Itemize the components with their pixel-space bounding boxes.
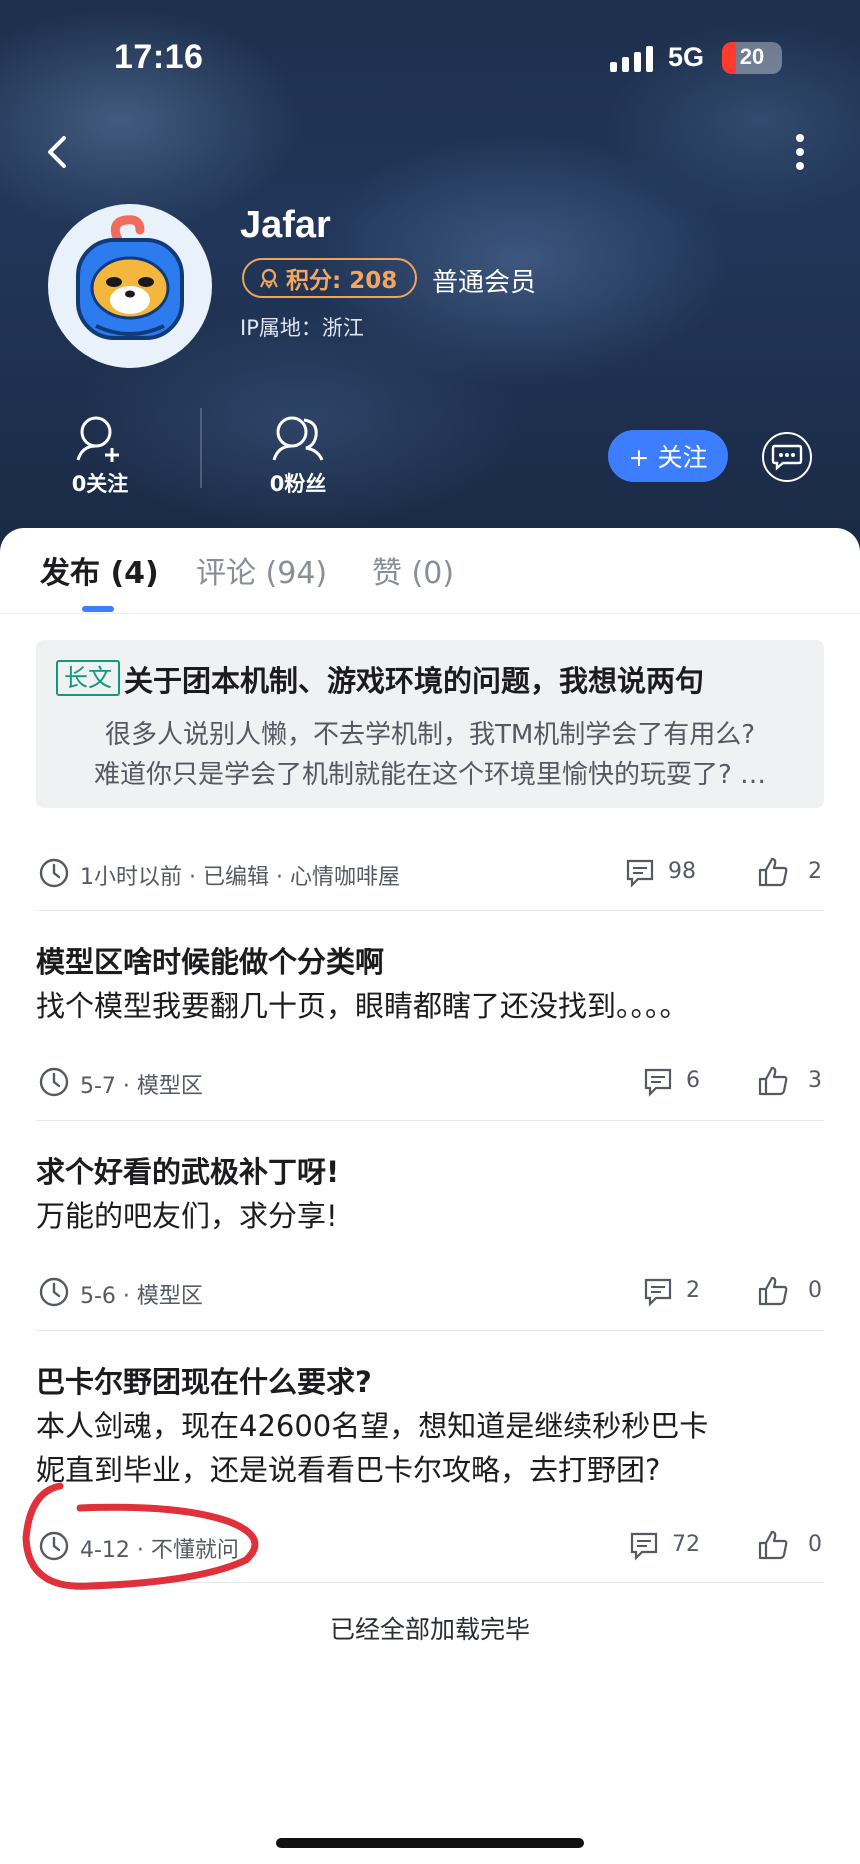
battery-icon: 20 — [722, 42, 782, 74]
post-body: 妮直到毕业，还是说看看巴卡尔攻略，去打野团? — [36, 1453, 661, 1487]
like-count: 0 — [808, 1278, 822, 1303]
tab-comments[interactable]: 评论 (94) — [196, 548, 327, 592]
comment-icon[interactable] — [628, 1530, 660, 1562]
chat-icon — [771, 444, 803, 471]
user-name: Jafar — [240, 204, 331, 246]
points-badge[interactable]: 积分: 208 — [242, 258, 418, 298]
back-icon[interactable] — [42, 132, 72, 172]
following-label: 0关注 — [71, 472, 129, 496]
clock-icon — [39, 858, 69, 888]
comment-count: 72 — [672, 1532, 700, 1557]
post-body: 万能的吧友们，求分享! — [36, 1199, 338, 1233]
like-count: 0 — [808, 1532, 822, 1557]
stat-divider — [200, 408, 202, 488]
tab-indicator — [82, 606, 114, 612]
comment-icon[interactable] — [642, 1276, 674, 1308]
like-icon[interactable] — [756, 1274, 790, 1308]
post-meta-text: 4-12 · 不懂就问 — [80, 1538, 239, 1563]
tab-bar: 发布 (4) 评论 (94) 赞 (0) — [0, 528, 860, 614]
post-meta-text: 5-7 · 模型区 — [80, 1074, 203, 1099]
following-stat[interactable]: 0关注 — [40, 412, 160, 498]
comment-count: 6 — [686, 1068, 700, 1093]
followers-stat[interactable]: 0粉丝 — [238, 412, 358, 498]
all-loaded-text: 已经全部加载完毕 — [329, 1615, 530, 1644]
profile-header: 17:16 5G 20 Jafar 积分: 208 普通会员 IP属地：浙江 0… — [0, 0, 860, 560]
followers-label: 0粉丝 — [269, 472, 327, 496]
post-meta — [36, 718, 824, 754]
comment-count: 98 — [668, 859, 696, 884]
comment-icon[interactable] — [624, 857, 656, 889]
points-label: 积分: 208 — [286, 268, 398, 294]
battery-level: 20 — [739, 44, 765, 69]
post-meta-row: 1小时以前 · 已编辑 · 心情咖啡屋 98 2 — [36, 855, 824, 891]
like-icon[interactable] — [756, 855, 790, 889]
post-item[interactable]: 巴卡尔野团现在什么要求? 本人剑魂，现在42600名望，想知道是继续秒秒巴卡 妮… — [36, 1360, 824, 1492]
post-meta-row: 5-7 · 模型区 6 3 — [36, 1064, 824, 1100]
add-user-icon — [76, 416, 119, 462]
featured-post-title: 关于团本机制、游戏环境的问题，我想说两句 — [124, 664, 705, 698]
rank-medal-icon — [260, 268, 278, 289]
post-item[interactable]: 模型区啥时候能做个分类啊 找个模型我要翻几十页，眼睛都瞎了还没找到。。。。 — [36, 940, 824, 1028]
more-options-icon[interactable] — [786, 130, 814, 174]
post-title: 巴卡尔野团现在什么要求? — [36, 1365, 372, 1399]
divider — [36, 1120, 824, 1121]
like-count: 2 — [808, 859, 822, 884]
like-count: 3 — [808, 1068, 822, 1093]
post-title: 求个好看的武极补丁呀! — [36, 1155, 340, 1189]
clock-icon — [39, 1067, 69, 1097]
post-meta-row: 5-6 · 模型区 2 0 — [36, 1274, 824, 1310]
comment-icon[interactable] — [642, 1066, 674, 1098]
network-type: 5G — [668, 42, 705, 72]
divider — [36, 910, 824, 911]
tab-likes[interactable]: 赞 (0) — [372, 548, 454, 592]
divider — [36, 1330, 824, 1331]
divider — [36, 1582, 824, 1583]
post-title: 模型区啥时候能做个分类啊 — [36, 945, 385, 979]
post-meta-text: 1小时以前 · 已编辑 · 心情咖啡屋 — [80, 865, 400, 890]
signal-icon — [610, 46, 654, 72]
post-body: 找个模型我要翻几十页，眼睛都瞎了还没找到。。。。 — [36, 989, 689, 1023]
status-bar: 17:16 5G 20 — [0, 38, 860, 82]
tab-posts[interactable]: 发布 (4) — [40, 548, 159, 592]
member-level: 普通会员 — [432, 268, 537, 298]
status-time: 17:16 — [114, 38, 204, 76]
featured-post-excerpt-2: 难道你只是学会了机制就能在这个环境里愉快的玩耍了? … — [93, 760, 767, 790]
message-button[interactable] — [762, 432, 812, 482]
home-indicator[interactable] — [276, 1838, 584, 1848]
like-icon[interactable] — [756, 1064, 790, 1098]
like-icon[interactable] — [756, 1528, 790, 1562]
clock-icon — [39, 1531, 69, 1561]
users-icon — [272, 416, 324, 461]
clock-icon — [39, 1277, 69, 1307]
post-body: 本人剑魂，现在42600名望，想知道是继续秒秒巴卡 — [36, 1409, 709, 1443]
long-article-tag: 长文 — [56, 660, 120, 696]
comment-count: 2 — [686, 1278, 700, 1303]
follow-button[interactable]: + 关注 — [608, 430, 728, 482]
ip-location: IP属地：浙江 — [240, 316, 364, 340]
avatar[interactable] — [48, 204, 212, 368]
post-meta-text: 5-6 · 模型区 — [80, 1284, 203, 1309]
post-meta-row: 4-12 · 不懂就问 72 0 — [36, 1528, 824, 1564]
post-item[interactable]: 求个好看的武极补丁呀! 万能的吧友们，求分享! — [36, 1150, 824, 1238]
